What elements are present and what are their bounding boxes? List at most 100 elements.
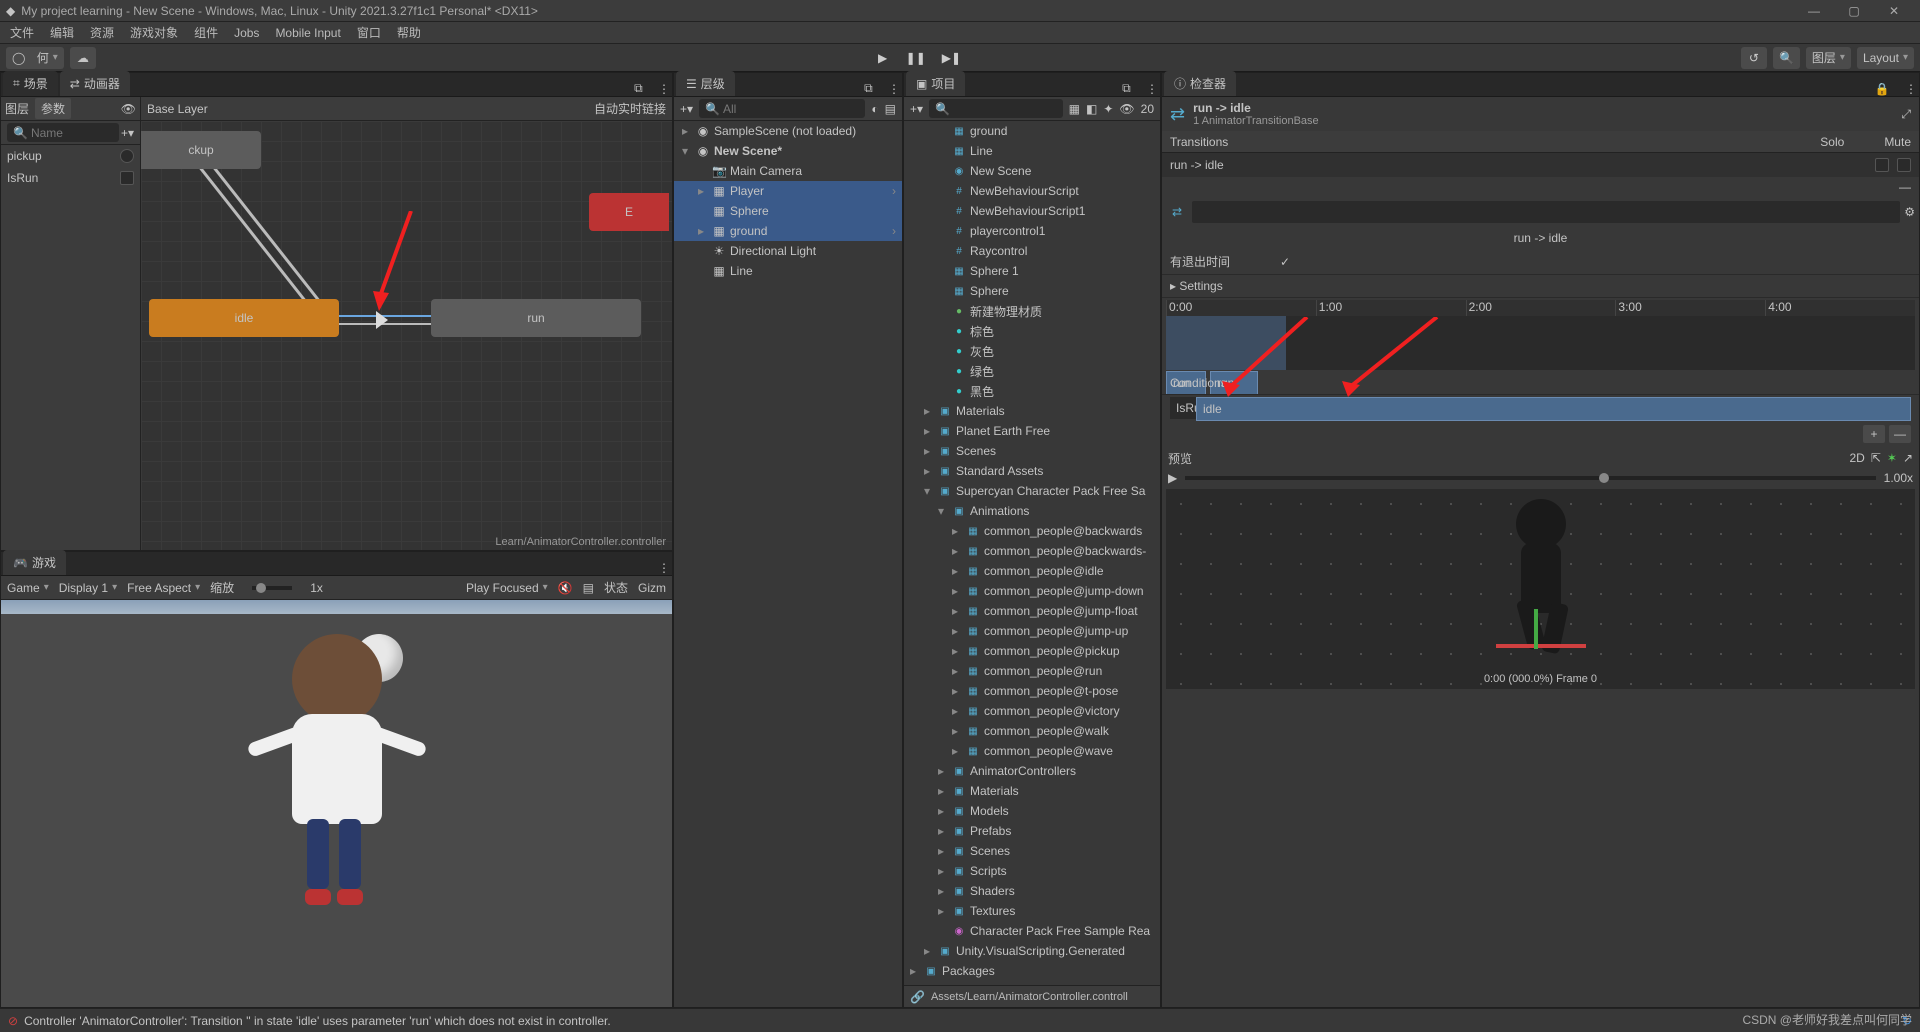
project-item[interactable]: ▸▣AnimatorControllers <box>904 761 1160 781</box>
game-dd-display[interactable]: Display 1 <box>59 581 117 595</box>
settings-foldout[interactable]: ▸ Settings <box>1170 279 1223 293</box>
fav-icon[interactable]: ▦ <box>1069 102 1080 116</box>
expand-icon[interactable]: ⤢ <box>1901 107 1911 122</box>
breadcrumb-base-layer[interactable]: Base Layer <box>147 102 208 116</box>
tab-hierarchy[interactable]: ☰层级 <box>676 71 735 96</box>
project-item[interactable]: ▸▣Models <box>904 801 1160 821</box>
menu-assets[interactable]: 资源 <box>84 24 120 41</box>
animator-graph[interactable]: ckup idle run E Learn/AnimatorController… <box>141 121 672 550</box>
menu-help[interactable]: 帮助 <box>391 24 427 41</box>
menu-component[interactable]: 组件 <box>188 24 224 41</box>
layout-dropdown[interactable]: Layout <box>1857 47 1914 69</box>
project-item[interactable]: ▦Sphere 1 <box>904 261 1160 281</box>
hierarchy-item[interactable]: ☀Directional Light <box>674 241 902 261</box>
state-pickup[interactable]: ckup <box>141 131 261 169</box>
scale-slider[interactable] <box>252 586 292 590</box>
play-button[interactable]: ▶ <box>870 47 896 69</box>
play-focused-dd[interactable]: Play Focused <box>466 581 548 595</box>
project-item[interactable]: ▸▦common_people@backwards <box>904 521 1160 541</box>
hierarchy-item[interactable]: ▸◉SampleScene (not loaded) <box>674 121 902 141</box>
eye-icon[interactable]: 👁 <box>121 102 136 116</box>
project-item[interactable]: ▸▦common_people@jump-up <box>904 621 1160 641</box>
project-item[interactable]: ▸▦common_people@pickup <box>904 641 1160 661</box>
menu-mobile-input[interactable]: Mobile Input <box>269 26 346 40</box>
param-pickup-toggle[interactable] <box>120 149 134 163</box>
undo-history-icon[interactable]: ↺ <box>1741 47 1767 69</box>
project-item[interactable]: ▦Line <box>904 141 1160 161</box>
filter-icon[interactable]: ▤ <box>885 102 896 116</box>
panel-menu-icon[interactable]: ⋮ <box>1905 82 1917 96</box>
param-isrun[interactable]: IsRun <box>1 167 140 189</box>
create-dd[interactable]: +▾ <box>910 102 923 116</box>
params-tab[interactable]: 参数 <box>35 98 71 119</box>
project-item[interactable]: ▸▣Materials <box>904 781 1160 801</box>
search-button[interactable]: 🔍 <box>1773 47 1800 69</box>
add-param-button[interactable]: +▾ <box>121 126 134 140</box>
layers-dropdown[interactable]: 图层 <box>1806 47 1851 69</box>
project-item[interactable]: ●新建物理材质 <box>904 301 1160 321</box>
project-item[interactable]: ▸▣Scenes <box>904 841 1160 861</box>
console-status-bar[interactable]: ⊘ Controller 'AnimatorController': Trans… <box>0 1008 1920 1032</box>
game-dd-game[interactable]: Game <box>7 581 49 595</box>
param-pickup[interactable]: pickup <box>1 145 140 167</box>
hierarchy-item[interactable]: ▸▦Player› <box>674 181 902 201</box>
project-item[interactable]: ▸▦common_people@run <box>904 661 1160 681</box>
hidden-icon[interactable]: ✦ <box>1103 102 1113 116</box>
state-exit[interactable]: E <box>589 193 669 231</box>
project-item[interactable]: ▸▣Materials <box>904 401 1160 421</box>
game-dd-aspect[interactable]: Free Aspect <box>127 581 200 595</box>
project-item[interactable]: ▸▦common_people@jump-float <box>904 601 1160 621</box>
window-close[interactable]: ✕ <box>1874 0 1914 22</box>
ik-icon[interactable]: ✶ <box>1887 451 1897 465</box>
project-item[interactable]: ▸▣Prefabs <box>904 821 1160 841</box>
project-item[interactable]: ▸▣Planet Earth Free <box>904 421 1160 441</box>
param-isrun-toggle[interactable] <box>120 171 134 185</box>
cloud-button[interactable]: ☁ <box>70 47 96 69</box>
has-exit-check[interactable]: ✓ <box>1280 255 1290 269</box>
tab-scene[interactable]: ⌗场景 <box>3 71 58 96</box>
window-maximize[interactable]: ▢ <box>1834 0 1874 22</box>
project-item[interactable]: ▸▦common_people@victory <box>904 701 1160 721</box>
state-run[interactable]: run <box>431 299 641 337</box>
tab-animator[interactable]: ⇄动画器 <box>60 71 130 96</box>
menu-gameobject[interactable]: 游戏对象 <box>124 24 184 41</box>
param-search[interactable]: 🔍 Name <box>7 123 119 142</box>
tab-game[interactable]: 🎮游戏 <box>3 550 66 575</box>
panel-menu-icon[interactable]: ⋮ <box>658 82 670 96</box>
menu-edit[interactable]: 编辑 <box>44 24 80 41</box>
gizmos-toggle[interactable]: Gizm <box>638 581 666 595</box>
project-item[interactable]: ▸▦common_people@jump-down <box>904 581 1160 601</box>
project-item[interactable]: ▦Sphere <box>904 281 1160 301</box>
pivot-icon[interactable]: ⇱ <box>1871 451 1881 465</box>
project-item[interactable]: ▸▣Standard Assets <box>904 461 1160 481</box>
project-item[interactable]: ▸▦common_people@walk <box>904 721 1160 741</box>
project-item[interactable]: ●绿色 <box>904 361 1160 381</box>
project-search[interactable]: 🔍 <box>929 99 1063 118</box>
vsync-icon[interactable]: ▤ <box>583 581 594 595</box>
project-item[interactable]: ▾▣Animations <box>904 501 1160 521</box>
project-item[interactable]: ●棕色 <box>904 321 1160 341</box>
step-button[interactable]: ▶❚ <box>936 47 967 69</box>
project-item[interactable]: #NewBehaviourScript <box>904 181 1160 201</box>
create-dd[interactable]: +▾ <box>680 102 693 116</box>
layers-tab[interactable]: 图层 <box>5 100 29 117</box>
hierarchy-item[interactable]: ▸▦ground› <box>674 221 902 241</box>
project-item[interactable]: ▸▣Scenes <box>904 441 1160 461</box>
remove-condition-button[interactable]: — <box>1889 425 1911 443</box>
popout-icon[interactable]: ⧉ <box>864 81 873 96</box>
project-item[interactable]: ▸▦common_people@t-pose <box>904 681 1160 701</box>
menu-file[interactable]: 文件 <box>4 24 40 41</box>
preview-play-button[interactable]: ▶ <box>1168 471 1177 485</box>
project-item[interactable]: ▸▣Unity.VisualScripting.Generated <box>904 941 1160 961</box>
visibility-icon[interactable]: 👁 <box>1119 102 1134 116</box>
transition-timeline[interactable]: 0:00 1:00 2:00 3:00 4:00 run run idle <box>1166 300 1915 370</box>
hierarchy-item[interactable]: 📷Main Camera <box>674 161 902 181</box>
project-item[interactable]: ◉New Scene <box>904 161 1160 181</box>
menu-window[interactable]: 窗口 <box>351 24 387 41</box>
state-idle[interactable]: idle <box>149 299 339 337</box>
project-item[interactable]: ▸▦common_people@wave <box>904 741 1160 761</box>
project-item[interactable]: ▸▦common_people@idle <box>904 561 1160 581</box>
project-item[interactable]: ▦ground <box>904 121 1160 141</box>
project-item[interactable]: ●灰色 <box>904 341 1160 361</box>
project-item[interactable]: #playercontrol1 <box>904 221 1160 241</box>
